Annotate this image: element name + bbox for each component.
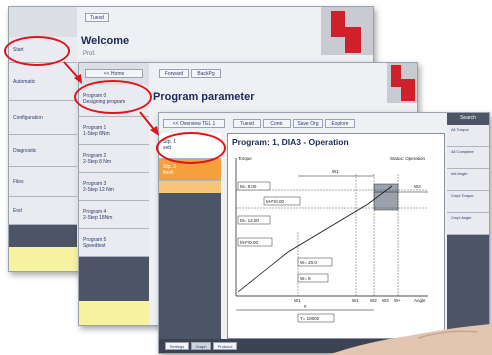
axis-marker: W1	[294, 298, 301, 303]
footer-marker: #	[304, 304, 307, 309]
axis-marker: W2	[370, 298, 377, 303]
field-value: M= 8.00	[240, 184, 257, 189]
chart-panel: Program: 1, DIA3 - Operation Torque Stat…	[227, 133, 445, 339]
list-item-program-4[interactable]: Program 4 2-Step 18Nm	[79, 201, 149, 229]
axis-marker: W3	[382, 298, 389, 303]
panel-item-all-torque[interactable]: All Torque	[447, 125, 489, 147]
step-orange-strip	[159, 181, 221, 193]
step-desc: finsh	[163, 170, 174, 176]
y-axis-label: Torque	[238, 156, 252, 161]
page-subtitle: Prof.	[83, 51, 96, 57]
program-desc: 2-Step 8 Nm	[83, 159, 112, 165]
sidebar-item-end[interactable]: End	[9, 197, 77, 225]
program-desc: Speedtest	[83, 243, 106, 249]
page-title: Program parameter	[153, 91, 255, 103]
list-filler	[79, 257, 149, 301]
home-back-button[interactable]: << Home	[85, 69, 143, 78]
sidebar-item-configuration[interactable]: Configuration	[9, 101, 77, 135]
page-title: Welcome	[81, 35, 130, 47]
corner-note: Status: Operation	[390, 156, 426, 161]
overview-back-button[interactable]: << Overview TEL 1	[163, 119, 225, 128]
list-item-program-2[interactable]: Program 2 2-Step 8 Nm	[79, 145, 149, 173]
top-marker: W1	[332, 169, 339, 174]
logo-graphic	[321, 7, 373, 55]
right-panel-header: Search	[460, 115, 476, 121]
highlight-oval-step1	[156, 132, 226, 164]
tab-backpg[interactable]: BackPg	[191, 69, 221, 78]
sidebar-filler	[9, 225, 77, 247]
tab-protocol[interactable]: Protocol	[213, 342, 237, 350]
list-note-area	[79, 301, 149, 325]
x-axis-label: Angle	[414, 298, 426, 303]
field-value: T= 10000	[300, 316, 320, 321]
right-panel: Search All Torque All Complete Intl Angl…	[447, 113, 489, 339]
logo-graphic	[387, 63, 417, 103]
tab-tuesd[interactable]: Tuesd	[233, 119, 261, 128]
program-desc: 2-Step 18Nm	[83, 215, 113, 221]
tab-tuesd[interactable]: Tuesd	[85, 13, 109, 22]
tab-explore[interactable]: Explore	[325, 119, 355, 128]
axis-marker: W1	[352, 298, 359, 303]
top-marker: W2	[414, 184, 421, 189]
tab-settings[interactable]: Settings	[165, 342, 189, 350]
tab-save-org[interactable]: Save Org	[293, 119, 323, 128]
pointer-arrow-2	[139, 111, 159, 136]
panel-item-all-complete[interactable]: All Complete	[447, 147, 489, 169]
field-value: W= 8	[300, 276, 311, 281]
list-item-program-3[interactable]: Program 3 2-Step 12 Nm	[79, 173, 149, 201]
torque-angle-chart: Torque Status: Operation Angle W1 W2 M= …	[235, 156, 428, 323]
tab-forward[interactable]: Forward	[159, 69, 189, 78]
sidebar-item-diagnostic[interactable]: Diagnostic	[9, 135, 77, 167]
panel-item-cmpl-torque[interactable]: Cmpl Torque	[447, 191, 489, 213]
list-item-program-5[interactable]: Program 5 Speedtest	[79, 229, 149, 257]
axis-marker: W+	[394, 298, 401, 303]
tab-graph[interactable]: Graph	[191, 342, 211, 350]
highlight-oval-start	[4, 36, 70, 66]
field-value: M-F/0.00	[266, 199, 285, 204]
chart-title: Program: 1, DIA3 - Operation	[232, 137, 349, 147]
panel-item-cmpl-angle[interactable]: Cmpl Angle	[447, 213, 489, 235]
tab-contr[interactable]: Contr.	[263, 119, 291, 128]
field-value: M= 12.00	[240, 218, 259, 223]
sidebar-note-area	[9, 247, 77, 271]
hand-image	[328, 324, 492, 355]
field-value: M-F/0.00	[240, 240, 259, 245]
field-value: W= 20.0	[300, 260, 317, 265]
program-desc: 2-Step 12 Nm	[83, 187, 114, 193]
panel-item-intl-angle[interactable]: Intl Angle	[447, 169, 489, 191]
pointer-arrow-1	[63, 61, 82, 84]
sidebar-item-files[interactable]: Files	[9, 167, 77, 197]
